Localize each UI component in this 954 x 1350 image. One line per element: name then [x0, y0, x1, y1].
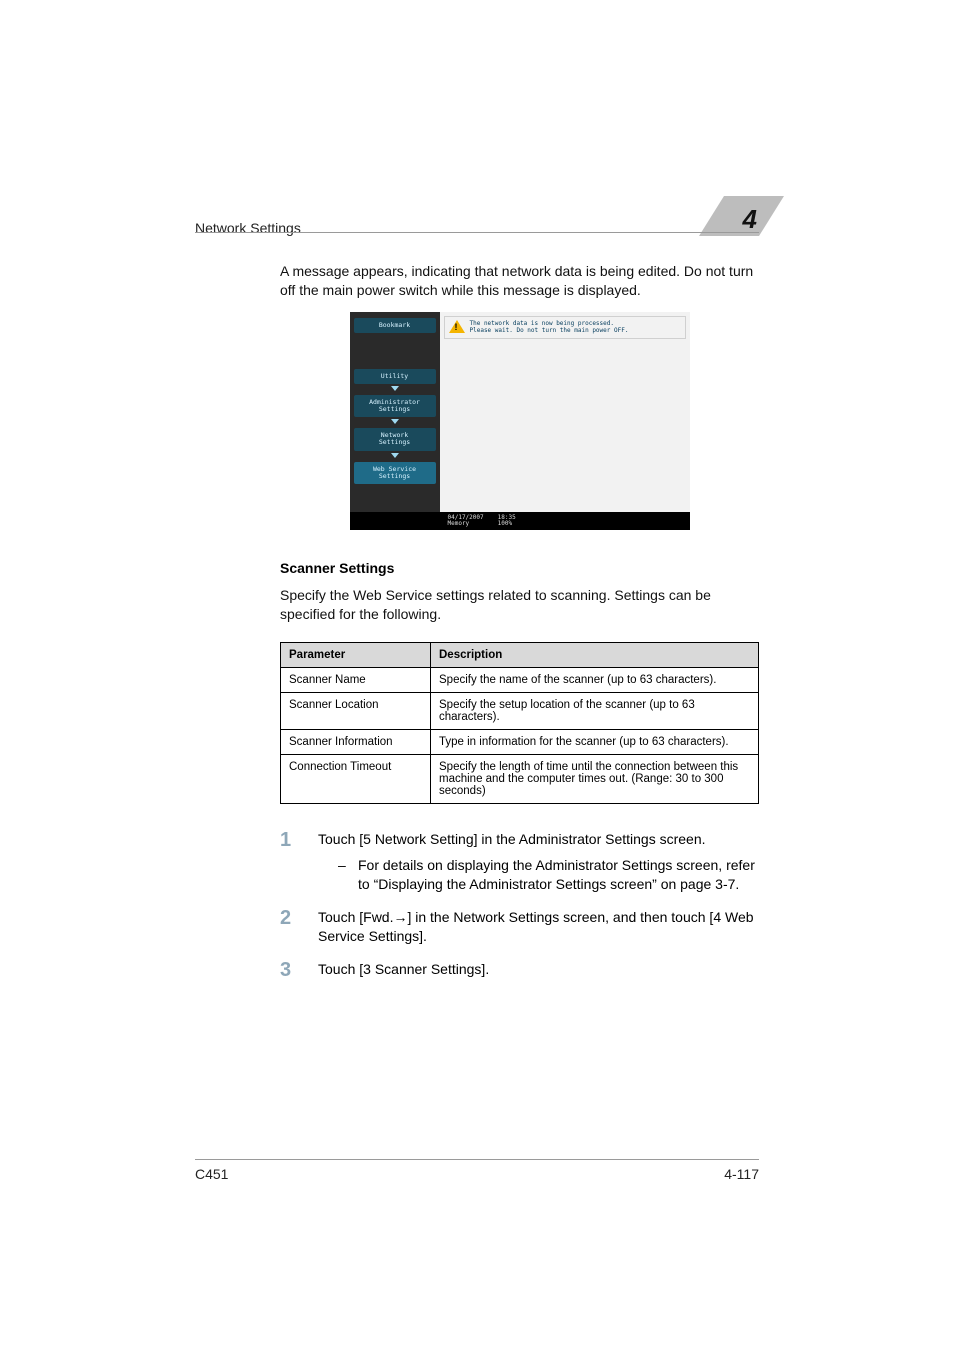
sidebar-item-admin-settings[interactable]: Administrator Settings — [354, 395, 436, 417]
sidebar-bookmark[interactable]: Bookmark — [354, 318, 436, 333]
cell-desc: Specify the setup location of the scanne… — [431, 692, 759, 729]
sidebar-item-web-service-settings[interactable]: Web Service Settings — [354, 462, 436, 484]
table-row: Connection Timeout Specify the length of… — [281, 754, 759, 803]
th-parameter: Parameter — [281, 642, 431, 667]
chapter-tab-bg — [699, 196, 784, 236]
step-list: 1 Touch [5 Network Setting] in the Admin… — [280, 830, 759, 980]
table-row: Scanner Name Specify the name of the sca… — [281, 667, 759, 692]
device-screenshot: Bookmark Utility Administrator Settings … — [280, 312, 759, 530]
alert-line1: The network data is now being processed. — [470, 320, 615, 327]
chevron-down-icon — [391, 386, 399, 391]
chevron-down-icon — [391, 453, 399, 458]
chevron-down-icon — [391, 419, 399, 424]
footer-page: 4-117 — [724, 1166, 759, 1182]
step-subtext: For details on displaying the Administra… — [358, 856, 759, 894]
section-intro: Specify the Web Service settings related… — [280, 586, 759, 624]
cell-param: Scanner Information — [281, 729, 431, 754]
footer-model: C451 — [195, 1166, 228, 1182]
cell-desc: Specify the length of time until the con… — [431, 754, 759, 803]
step-text: Touch [3 Scanner Settings]. — [318, 960, 759, 980]
step-text: Touch [5 Network Setting] in the Adminis… — [318, 831, 706, 847]
warning-icon: ! — [450, 320, 464, 332]
cell-param: Scanner Location — [281, 692, 431, 729]
table-row: Scanner Information Type in information … — [281, 729, 759, 754]
alert-banner: ! The network data is now being processe… — [444, 316, 686, 339]
sidebar-item-network-settings[interactable]: Network Settings — [354, 428, 436, 450]
status-memory-label: Memory — [448, 521, 484, 528]
status-memory-value: 100% — [498, 521, 516, 528]
intro-paragraph: A message appears, indicating that netwo… — [280, 262, 759, 300]
cell-param: Connection Timeout — [281, 754, 431, 803]
running-title: Network Settings — [195, 220, 301, 236]
cell-desc: Specify the name of the scanner (up to 6… — [431, 667, 759, 692]
step-number: 1 — [280, 830, 318, 895]
step-text: Touch [Fwd.→] in the Network Settings sc… — [318, 908, 759, 946]
step-number: 2 — [280, 908, 318, 946]
parameters-table: Parameter Description Scanner Name Speci… — [280, 642, 759, 804]
cell-param: Scanner Name — [281, 667, 431, 692]
step-2: 2 Touch [Fwd.→] in the Network Settings … — [280, 908, 759, 946]
step-number: 3 — [280, 960, 318, 980]
step-3: 3 Touch [3 Scanner Settings]. — [280, 960, 759, 980]
section-heading: Scanner Settings — [280, 560, 759, 576]
cell-desc: Type in information for the scanner (up … — [431, 729, 759, 754]
table-row: Scanner Location Specify the setup locat… — [281, 692, 759, 729]
device-sidebar: Bookmark Utility Administrator Settings … — [350, 312, 440, 512]
th-description: Description — [431, 642, 759, 667]
chapter-number: 4 — [743, 204, 757, 235]
dash-bullet: – — [338, 856, 358, 894]
alert-line2: Please wait. Do not turn the main power … — [470, 327, 629, 334]
table-header-row: Parameter Description — [281, 642, 759, 667]
sidebar-item-utility[interactable]: Utility — [354, 369, 436, 384]
header-rule — [195, 232, 759, 233]
device-status-bar: 04/17/2007 Memory 18:35 100% — [350, 512, 690, 530]
step-1: 1 Touch [5 Network Setting] in the Admin… — [280, 830, 759, 895]
